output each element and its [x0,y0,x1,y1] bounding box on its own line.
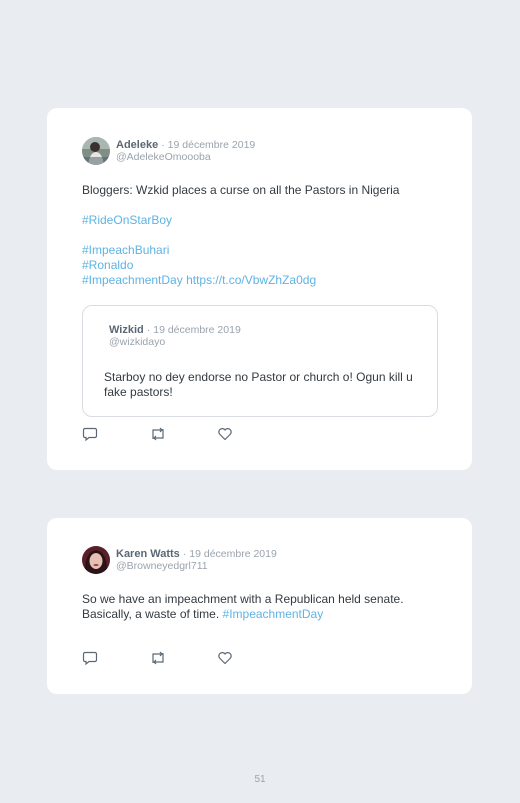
heart-icon[interactable] [217,426,233,442]
author-handle[interactable]: @AdelekeOmoooba [116,151,211,163]
tweet-card: Adeleke · 19 décembre 2019 @AdelekeOmooo… [47,108,472,470]
quoted-tweet-text: Starboy no dey endorse no Pastor or chur… [104,370,413,399]
tweet-date: · 19 décembre 2019 [161,139,256,151]
reply-icon[interactable] [82,426,98,442]
retweet-icon[interactable] [149,650,165,666]
quoted-author-handle[interactable]: @wizkidayo [109,336,165,348]
page-number: 51 [254,774,266,785]
heart-icon[interactable] [217,650,233,666]
reply-icon[interactable] [82,650,98,666]
tweet-card: Karen Watts · 19 décembre 2019 @Browneye… [47,518,472,694]
tweet-actions [82,426,242,442]
author-name[interactable]: Adeleke · 19 décembre 2019 [116,139,255,151]
hashtag-link[interactable]: #RideOnStarBoy [82,213,172,228]
retweet-icon[interactable] [149,426,165,442]
tweet-text: So we have an impeachment with a Republi… [82,592,404,621]
avatar[interactable] [82,137,110,165]
quoted-author-name[interactable]: Wizkid · 19 décembre 2019 [109,324,241,336]
avatar[interactable] [82,546,110,574]
hashtag-link[interactable]: #Ronaldo [82,258,133,273]
hashtag-link[interactable]: #ImpeachmentDay https://t.co/VbwZhZa0dg [82,273,316,288]
hashtag-link[interactable]: #ImpeachBuhari [82,243,169,258]
author-handle[interactable]: @Browneyedgrl711 [116,560,208,572]
quoted-tweet-date: · 19 décembre 2019 [146,324,241,336]
hashtag-link[interactable]: #ImpeachmentDay [223,607,324,621]
quoted-tweet[interactable]: Wizkid · 19 décembre 2019 @wizkidayo Sta… [82,305,438,417]
author-name[interactable]: Karen Watts · 19 décembre 2019 [116,548,277,560]
tweet-url-link[interactable]: https://t.co/VbwZhZa0dg [186,273,316,287]
tweet-text: Bloggers: Wzkid places a curse on all th… [82,183,400,197]
tweet-date: · 19 décembre 2019 [182,548,277,560]
tweet-actions [82,650,242,666]
